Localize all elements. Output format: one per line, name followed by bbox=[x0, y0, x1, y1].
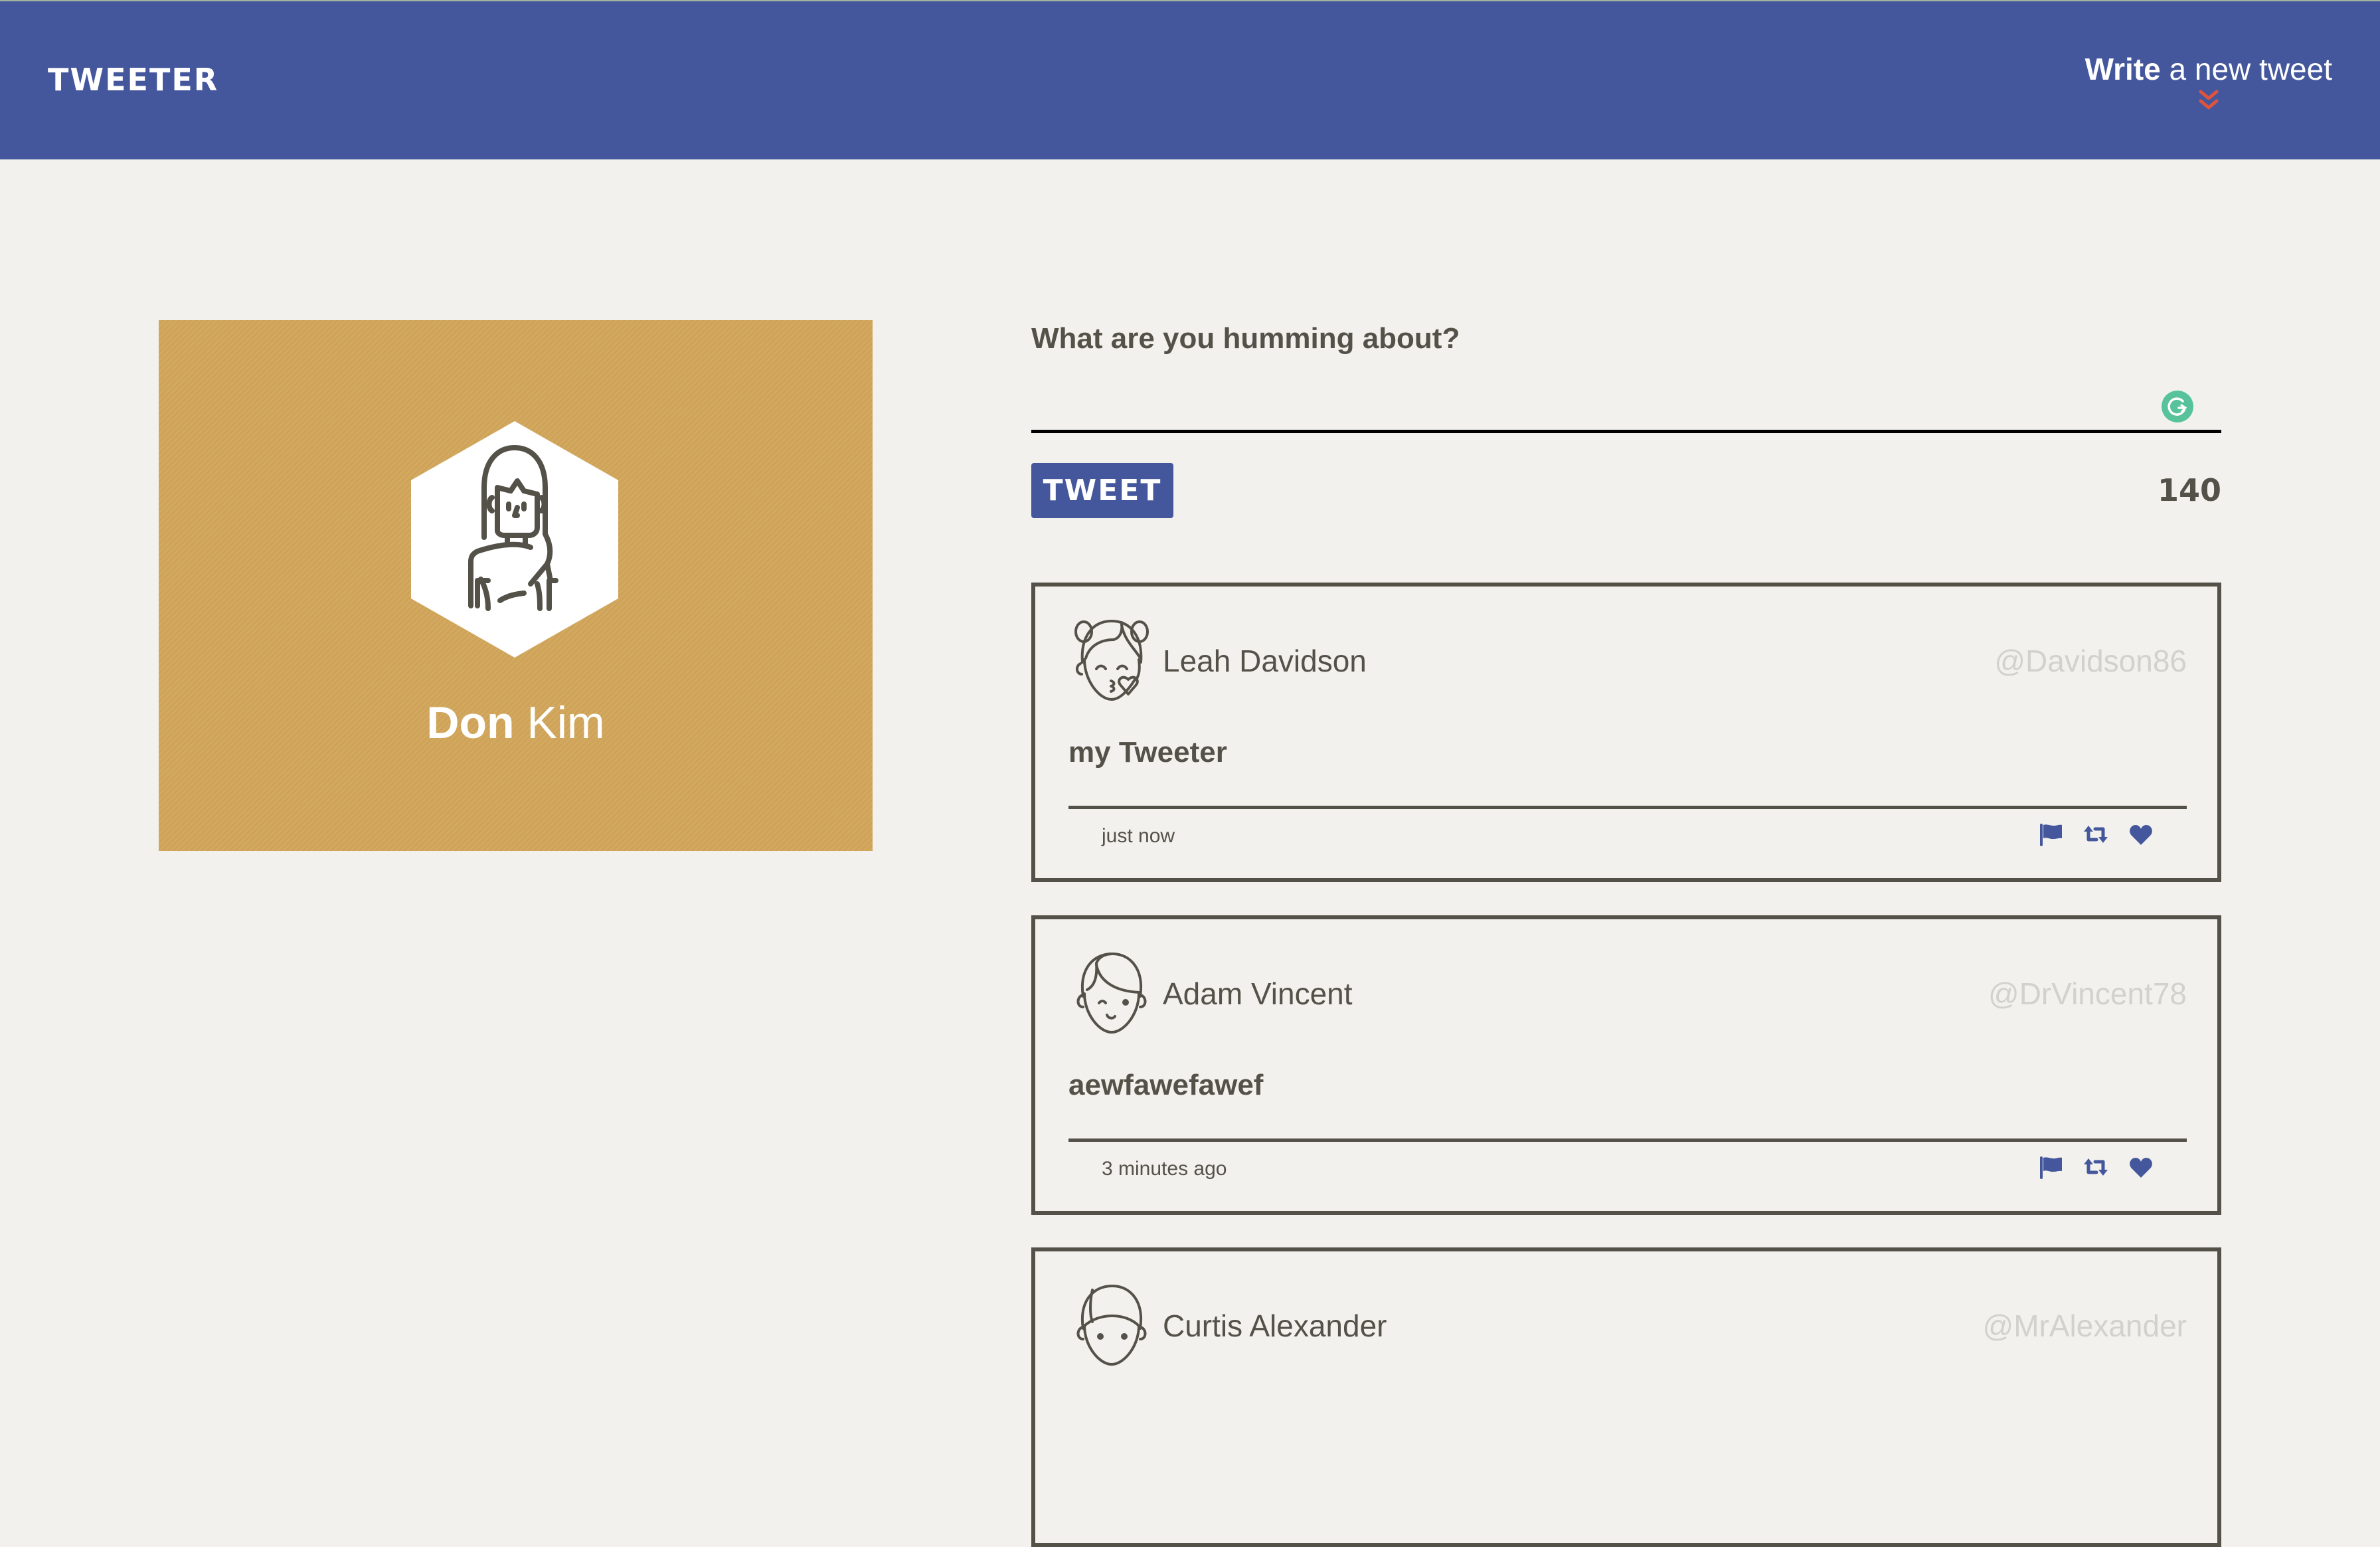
heart-icon[interactable] bbox=[2128, 822, 2154, 848]
tweet-actions bbox=[2038, 1155, 2154, 1180]
tweet-author-name: Adam Vincent bbox=[1163, 976, 1353, 1011]
compose-tweet-form: What are you humming about? TWEET 140 bbox=[1031, 312, 2221, 518]
heart-icon[interactable] bbox=[2128, 1155, 2154, 1180]
tweet-author-name: Leah Davidson bbox=[1163, 644, 1367, 678]
double-chevron-down-icon bbox=[2199, 90, 2219, 110]
profile-card: Don Kim bbox=[159, 320, 873, 851]
tweet-timestamp: 3 minutes ago bbox=[1102, 1158, 1227, 1180]
retweet-icon[interactable] bbox=[2083, 1155, 2108, 1180]
profile-name: Don Kim bbox=[159, 691, 873, 755]
profile-first-name: Don bbox=[426, 697, 515, 748]
grammarly-icon[interactable] bbox=[2162, 391, 2193, 422]
write-label-rest: a new tweet bbox=[2169, 52, 2332, 86]
tweet-card: Curtis Alexander @MrAlexander bbox=[1031, 1247, 2221, 1547]
tweet-submit-button[interactable]: TWEET bbox=[1031, 463, 1173, 518]
write-new-tweet-toggle[interactable]: Write a new tweet bbox=[2085, 50, 2332, 113]
boy-wink-avatar-icon bbox=[1076, 953, 1147, 1034]
girl-kiss-avatar-icon bbox=[1074, 620, 1149, 701]
profile-last-name: Kim bbox=[527, 697, 605, 748]
flag-icon[interactable] bbox=[2038, 1155, 2063, 1180]
tweet-card: Adam Vincent @DrVincent78 aewfawefawef 3… bbox=[1031, 915, 2221, 1215]
tweet-timestamp: just now bbox=[1102, 825, 1175, 847]
compose-label: What are you humming about? bbox=[1031, 322, 1460, 355]
tweet-card: Leah Davidson @Davidson86 my Tweeter jus… bbox=[1031, 583, 2221, 882]
tweet-actions bbox=[2038, 822, 2154, 848]
flag-icon[interactable] bbox=[2038, 822, 2063, 848]
character-counter: 140 bbox=[2157, 472, 2221, 508]
tweet-author-name: Curtis Alexander bbox=[1163, 1309, 1387, 1343]
tweet-content: my Tweeter bbox=[1068, 736, 1227, 769]
logo[interactable]: TWEETER bbox=[48, 62, 218, 97]
retweet-icon[interactable] bbox=[2083, 822, 2108, 848]
tweet-text-input[interactable] bbox=[1031, 379, 2221, 433]
profile-avatar bbox=[411, 421, 618, 658]
tweet-divider bbox=[1068, 1138, 2187, 1142]
tweet-content: aewfawefawef bbox=[1068, 1069, 1264, 1101]
tweet-divider bbox=[1068, 806, 2187, 809]
site-header: TWEETER Write a new tweet bbox=[0, 1, 2380, 159]
tweet-author-handle: @DrVincent78 bbox=[1988, 976, 2187, 1011]
write-label-bold: Write bbox=[2084, 52, 2161, 86]
tweet-author-handle: @Davidson86 bbox=[1994, 644, 2187, 678]
write-new-tweet-label: Write a new tweet bbox=[2085, 50, 2332, 88]
boy-avatar-icon bbox=[1076, 1285, 1147, 1366]
tweet-author-handle: @MrAlexander bbox=[1982, 1309, 2187, 1343]
